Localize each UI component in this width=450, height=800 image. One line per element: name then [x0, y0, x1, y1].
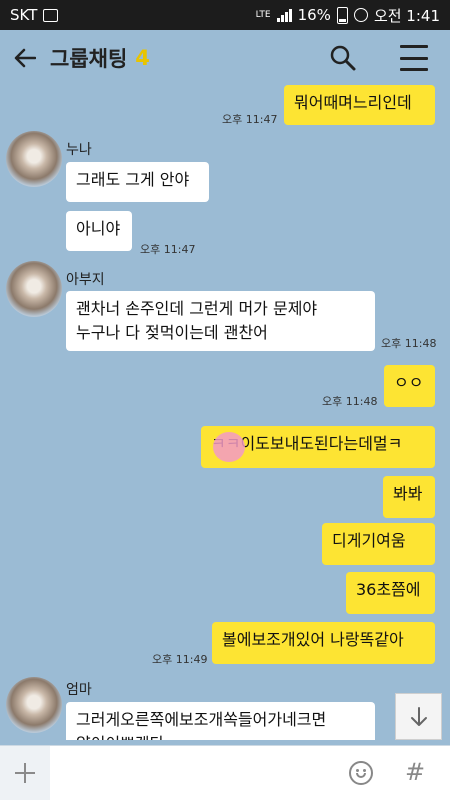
message-time: 오후 11:48	[381, 337, 437, 350]
message-line: 괜차너 손주인데 그런게 머가 문제야	[76, 299, 318, 318]
back-button[interactable]	[0, 30, 50, 85]
my-message[interactable]: 뭐어때며느리인데	[284, 85, 435, 125]
message-input-bar: #	[0, 745, 450, 800]
arrow-down-icon	[410, 706, 427, 726]
alarm-icon	[353, 8, 368, 22]
carrier-label: SKT	[10, 6, 38, 24]
search-icon	[330, 45, 356, 71]
received-message[interactable]: 그러게오른쪽에보조개쏙들어가네크면 얍이이쁘겠다	[66, 702, 375, 740]
status-bar: SKT LTE 16% 오전 1:41	[0, 0, 450, 30]
hash-icon[interactable]: #	[405, 758, 425, 786]
chat-header: 그룹채팅 4	[0, 30, 450, 85]
message-line: 그러게오른쪽에보조개쏙들어가네크면	[76, 710, 327, 729]
battery-percent: 16%	[297, 6, 331, 24]
clock: 오전 1:41	[373, 6, 440, 25]
message-time: 오후 11:47	[222, 113, 278, 126]
my-message[interactable]: 디게기여움	[322, 523, 435, 565]
message-line: 누구나 다 젖먹이는데 괜찬어	[76, 323, 268, 342]
message-line: 얍이이쁘겠다	[76, 732, 365, 740]
member-count: 4	[135, 45, 150, 70]
attach-button[interactable]	[0, 746, 50, 800]
my-message[interactable]: 봐봐	[383, 476, 435, 518]
received-message[interactable]: 아니야	[66, 211, 132, 251]
avatar-mother[interactable]	[6, 677, 62, 733]
search-button[interactable]	[328, 43, 358, 73]
my-message[interactable]: 볼에보조개있어 나랑똑같아	[212, 622, 435, 664]
battery-icon	[336, 6, 348, 24]
arrow-left-icon	[14, 48, 36, 67]
blurred-sticker	[213, 432, 245, 462]
message-time: 오후 11:48	[322, 395, 378, 408]
message-time: 오후 11:49	[152, 653, 208, 666]
sender-name: 아부지	[66, 272, 105, 288]
received-message[interactable]: 괜차너 손주인데 그런게 머가 문제야 누구나 다 젖먹이는데 괜찬어	[66, 291, 375, 351]
scroll-to-bottom-button[interactable]	[395, 693, 442, 740]
plus-icon	[15, 763, 35, 783]
avatar-sister[interactable]	[6, 131, 62, 187]
hamburger-menu-icon	[400, 45, 428, 48]
network-type: LTE	[255, 9, 271, 20]
signal-icon	[276, 8, 292, 22]
my-message[interactable]: 36초쯤에	[346, 572, 435, 614]
message-input[interactable]	[56, 752, 340, 796]
gallery-notification-icon	[43, 8, 59, 22]
avatar-father[interactable]	[6, 261, 62, 317]
sender-name: 누나	[66, 142, 92, 158]
message-time: 오후 11:47	[140, 243, 196, 256]
chat-title: 그룹채팅	[50, 46, 128, 71]
received-message[interactable]: 그래도 그게 안야	[66, 162, 209, 202]
menu-button[interactable]	[400, 45, 428, 71]
chat-messages[interactable]: 오후 11:47 뭐어때며느리인데 누나 그래도 그게 안야 아니야 오후 11…	[0, 85, 450, 740]
emoji-icon[interactable]	[349, 761, 373, 785]
my-message[interactable]: ㅇㅇ	[384, 365, 435, 407]
sender-name: 엄마	[66, 682, 92, 698]
